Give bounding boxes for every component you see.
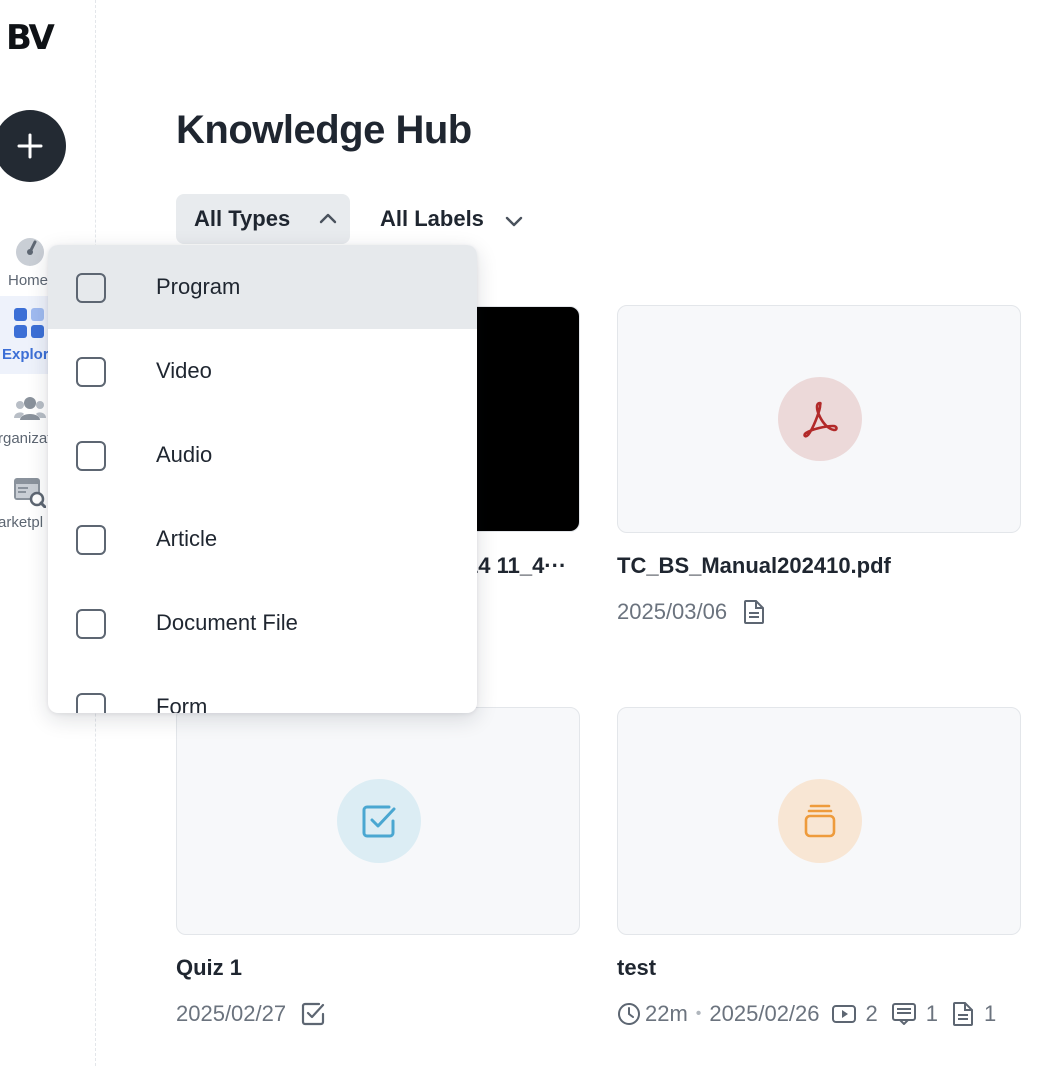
document-count: 1 [984,1001,997,1026]
quiz-badge [337,779,421,863]
type-filter-label: All Types [194,206,291,231]
type-option-article[interactable]: Article [48,497,477,581]
checkbox-icon [362,805,396,838]
browser-search-icon [14,478,46,508]
content-card-date: 2025/03/06 [617,599,728,624]
sidebar-item-label: Home [8,272,49,289]
content-card-meta: 2025/02/27 [176,1001,326,1027]
option-label: Form [156,694,208,713]
sidebar-item-label: arketpl [0,514,44,531]
option-label: Video [156,358,212,383]
option-checkbox[interactable] [76,357,106,387]
content-card-meta: 2025/03/06 [617,599,765,625]
option-checkbox[interactable] [76,525,106,555]
content-card-date: 2025/02/27 [176,1001,287,1026]
content-card-date: 2025/02/26 [709,1001,820,1026]
pdf-icon [803,401,838,438]
type-option-document-file[interactable]: Document File [48,581,477,665]
content-card-thumbnail[interactable] [617,707,1021,935]
people-group-icon [14,397,46,420]
document-icon [743,599,765,625]
checkbox-icon [300,1001,326,1027]
option-label: Audio [156,442,213,467]
option-checkbox[interactable] [76,273,106,303]
type-option-program[interactable]: Program [48,245,477,329]
type-filter-menu: Program Video Audio Article Document Fil… [48,245,477,713]
label-filter-dropdown[interactable]: All Labels [362,194,542,244]
video-count: 2 [865,1001,878,1026]
clock-icon [617,1002,641,1026]
sidebar-item-label: rganizat [0,430,52,447]
type-option-audio[interactable]: Audio [48,413,477,497]
stack-icon [804,804,836,838]
option-label: Program [156,274,241,299]
content-card-thumbnail[interactable] [176,707,580,935]
meta-separator: • [695,1005,702,1022]
content-card-thumbnail[interactable] [617,305,1021,533]
content-card-duration: 22m [645,1001,688,1026]
create-button[interactable] [0,110,66,182]
sidebar-item-label: Explor [2,346,49,363]
content-card-title[interactable]: TC_BS_Manual202410.pdf [617,553,891,579]
gauge-icon [16,238,44,266]
article-icon [891,1003,916,1025]
type-option-form[interactable]: Form [48,665,477,713]
content-card-meta: 22m • 2025/02/26 2 1 1 [617,1001,996,1027]
option-checkbox[interactable] [76,609,106,639]
chevron-down-icon [505,216,523,227]
document-icon [952,1001,974,1027]
option-label: Document File [156,610,298,635]
content-card-title[interactable]: 14 11_4··· [466,553,566,579]
app-logo[interactable]: BV [6,18,55,58]
plus-icon [17,133,43,159]
label-filter-label: All Labels [380,206,484,231]
option-checkbox[interactable] [76,693,106,713]
content-card-title[interactable]: Quiz 1 [176,955,242,981]
video-icon [831,1004,856,1024]
option-label: Article [156,526,218,551]
chevron-up-icon [319,213,337,224]
type-filter-dropdown[interactable]: All Types [176,194,350,244]
content-card-title[interactable]: test [617,955,656,981]
type-option-video[interactable]: Video [48,329,477,413]
page-title: Knowledge Hub [176,108,472,152]
option-checkbox[interactable] [76,441,106,471]
pdf-badge [778,377,862,461]
program-badge [778,779,862,863]
apps-grid-icon [14,308,44,338]
article-count: 1 [925,1001,939,1026]
